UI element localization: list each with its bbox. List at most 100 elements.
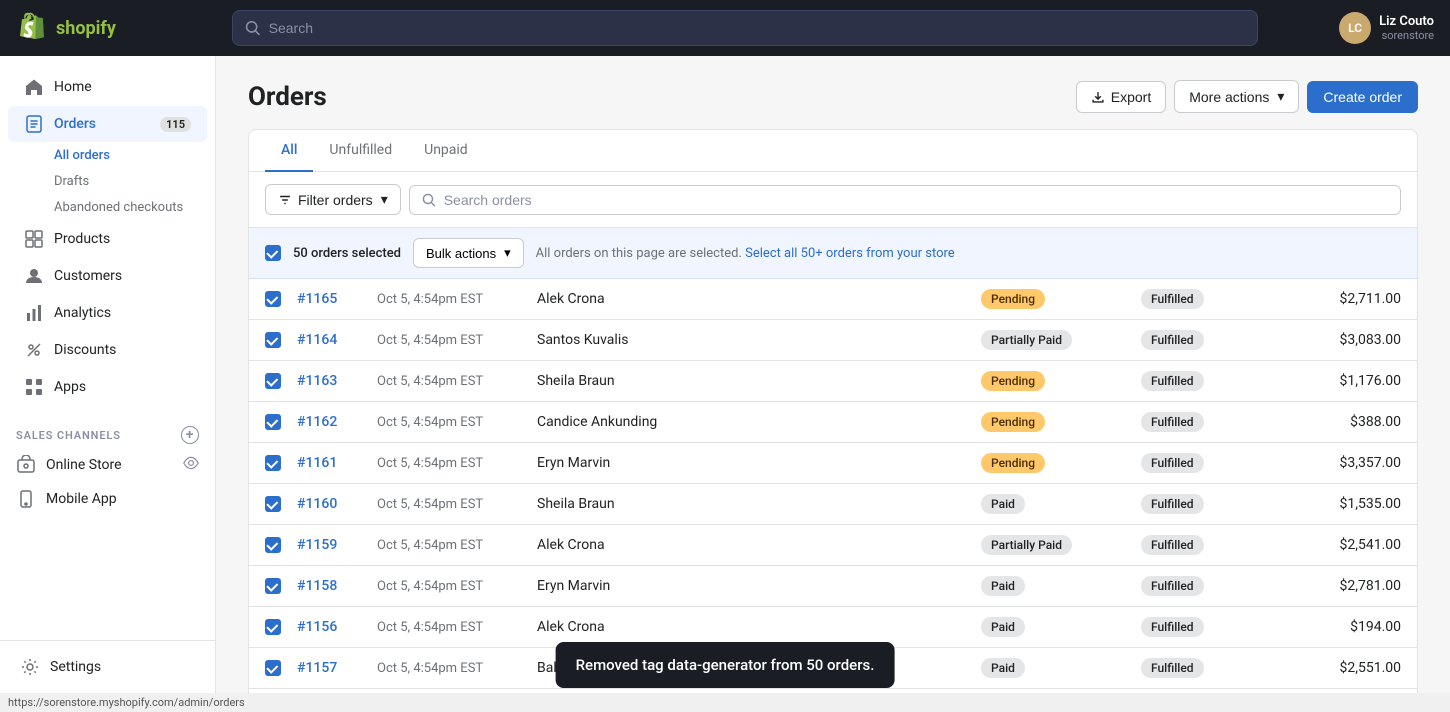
row-checkbox[interactable]: [265, 496, 281, 512]
avatar: LC: [1339, 12, 1371, 44]
search-input[interactable]: [269, 20, 1245, 36]
sidebar-item-label-home: Home: [54, 79, 92, 95]
status-bar: https://sorenstore.myshopify.com/admin/o…: [0, 693, 1450, 712]
sidebar-item-orders[interactable]: Orders 115: [8, 106, 207, 142]
channel-online-store[interactable]: Online Store: [0, 448, 215, 482]
fulfillment-status: Fulfilled: [1141, 371, 1204, 391]
user-name: Liz Couto: [1379, 14, 1434, 29]
order-total: $388.00: [1301, 414, 1401, 430]
select-all-link[interactable]: Select all 50+ orders from your store: [745, 246, 955, 261]
logo[interactable]: shopify: [16, 12, 216, 44]
table-row[interactable]: #1161 Oct 5, 4:54pm EST Eryn Marvin Pend…: [249, 443, 1417, 484]
table-row[interactable]: #1164 Oct 5, 4:54pm EST Santos Kuvalis P…: [249, 320, 1417, 361]
sidebar-item-products[interactable]: Products: [8, 221, 207, 257]
search-orders-field[interactable]: [409, 185, 1401, 215]
row-checkbox[interactable]: [265, 332, 281, 348]
products-icon: [24, 229, 44, 249]
row-checkbox[interactable]: [265, 537, 281, 553]
table-row[interactable]: #1159 Oct 5, 4:54pm EST Alek Crona Parti…: [249, 525, 1417, 566]
user-store: sorenstore: [1379, 29, 1434, 42]
row-checkbox[interactable]: [265, 578, 281, 594]
order-total: $3,357.00: [1301, 455, 1401, 471]
filter-chevron-icon: ▾: [381, 191, 388, 208]
more-actions-button[interactable]: More actions ▾: [1174, 80, 1299, 113]
table-row[interactable]: #1162 Oct 5, 4:54pm EST Candice Ankundin…: [249, 402, 1417, 443]
tab-all[interactable]: All: [265, 130, 313, 172]
sidebar-item-label-customers: Customers: [54, 268, 122, 284]
sidebar-item-customers[interactable]: Customers: [8, 258, 207, 294]
user-info: Liz Couto sorenstore: [1379, 14, 1434, 42]
tab-unpaid[interactable]: Unpaid: [408, 130, 484, 172]
select-all-checkbox[interactable]: [265, 245, 281, 261]
user-menu[interactable]: LC Liz Couto sorenstore: [1274, 12, 1434, 44]
orders-card: All Unfulfilled Unpaid Filter orders ▾: [248, 129, 1418, 693]
settings-label: Settings: [50, 659, 101, 675]
sidebar-item-settings[interactable]: Settings: [8, 649, 207, 685]
logo-text: shopify: [56, 18, 116, 39]
search-orders-input[interactable]: [444, 192, 1388, 208]
row-checkbox[interactable]: [265, 660, 281, 676]
settings-icon: [20, 657, 40, 677]
order-number: #1160: [297, 496, 377, 512]
discounts-icon: [24, 340, 44, 360]
order-number: #1165: [297, 291, 377, 307]
order-date: Oct 5, 4:54pm EST: [377, 415, 537, 430]
table-row[interactable]: #1157 Oct 5, 4:54pm EST Baby... Paid Ful…: [249, 648, 1417, 689]
sidebar-item-analytics[interactable]: Analytics: [8, 295, 207, 331]
order-date: Oct 5, 4:54pm EST: [377, 456, 537, 471]
add-channel-button[interactable]: +: [181, 426, 199, 444]
shopify-logo-icon: [16, 12, 48, 44]
subnav-drafts[interactable]: Drafts: [46, 169, 215, 194]
subnav-all-orders[interactable]: All orders: [46, 143, 215, 168]
order-tabs: All Unfulfilled Unpaid: [249, 130, 1417, 172]
sidebar-item-apps[interactable]: Apps: [8, 369, 207, 405]
payment-status: Pending: [981, 412, 1045, 432]
row-checkbox[interactable]: [265, 414, 281, 430]
page-header: Orders Export More actions ▾ Create orde…: [248, 80, 1418, 113]
fulfillment-status: Fulfilled: [1141, 576, 1204, 596]
customer-name: Eryn Marvin: [537, 455, 981, 471]
mobile-app-icon: [16, 489, 36, 509]
tab-unfulfilled[interactable]: Unfulfilled: [313, 130, 408, 172]
payment-status: Pending: [981, 289, 1045, 309]
subnav-abandoned[interactable]: Abandoned checkouts: [46, 195, 215, 220]
row-checkbox[interactable]: [265, 619, 281, 635]
order-total: $194.00: [1301, 619, 1401, 635]
payment-status: Partially Paid: [981, 330, 1072, 350]
table-row[interactable]: #1160 Oct 5, 4:54pm EST Sheila Braun Pai…: [249, 484, 1417, 525]
row-checkbox[interactable]: [265, 455, 281, 471]
order-total: $1,176.00: [1301, 373, 1401, 389]
visibility-icon[interactable]: [183, 455, 199, 475]
customer-name: Santos Kuvalis: [537, 332, 981, 348]
payment-status: Paid: [981, 617, 1025, 637]
create-order-button[interactable]: Create order: [1307, 81, 1418, 113]
channel-mobile-app[interactable]: Mobile App: [0, 482, 215, 516]
bulk-chevron-icon: ▾: [504, 245, 511, 261]
customer-name: Alek Crona: [537, 291, 981, 307]
global-search[interactable]: [232, 10, 1258, 46]
table-row[interactable]: #1158 Oct 5, 4:54pm EST Eryn Marvin Paid…: [249, 566, 1417, 607]
filter-orders-button[interactable]: Filter orders ▾: [265, 184, 401, 215]
fulfillment-status: Fulfilled: [1141, 658, 1204, 678]
table-row[interactable]: #1165 Oct 5, 4:54pm EST Alek Crona Pendi…: [249, 279, 1417, 320]
order-number: #1164: [297, 332, 377, 348]
row-checkbox[interactable]: [265, 291, 281, 307]
table-row[interactable]: #1156 Oct 5, 4:54pm EST Alek Crona Paid …: [249, 607, 1417, 648]
select-all-text: All orders on this page are selected. Se…: [536, 246, 955, 261]
order-number: #1162: [297, 414, 377, 430]
sidebar-item-discounts[interactable]: Discounts: [8, 332, 207, 368]
sidebar-item-home[interactable]: Home: [8, 69, 207, 105]
order-date: Oct 5, 4:54pm EST: [377, 497, 537, 512]
header-actions: Export More actions ▾ Create order: [1076, 80, 1418, 113]
row-checkbox[interactable]: [265, 373, 281, 389]
order-date: Oct 5, 4:54pm EST: [377, 661, 537, 676]
home-icon: [24, 77, 44, 97]
export-button[interactable]: Export: [1076, 81, 1166, 113]
page-title: Orders: [248, 82, 327, 112]
bulk-actions-button[interactable]: Bulk actions ▾: [413, 238, 524, 268]
customer-name: Eryn Marvin: [537, 578, 981, 594]
table-row[interactable]: #1163 Oct 5, 4:54pm EST Sheila Braun Pen…: [249, 361, 1417, 402]
order-date: Oct 5, 4:54pm EST: [377, 538, 537, 553]
order-total: $3,083.00: [1301, 332, 1401, 348]
payment-status: Paid: [981, 658, 1025, 678]
